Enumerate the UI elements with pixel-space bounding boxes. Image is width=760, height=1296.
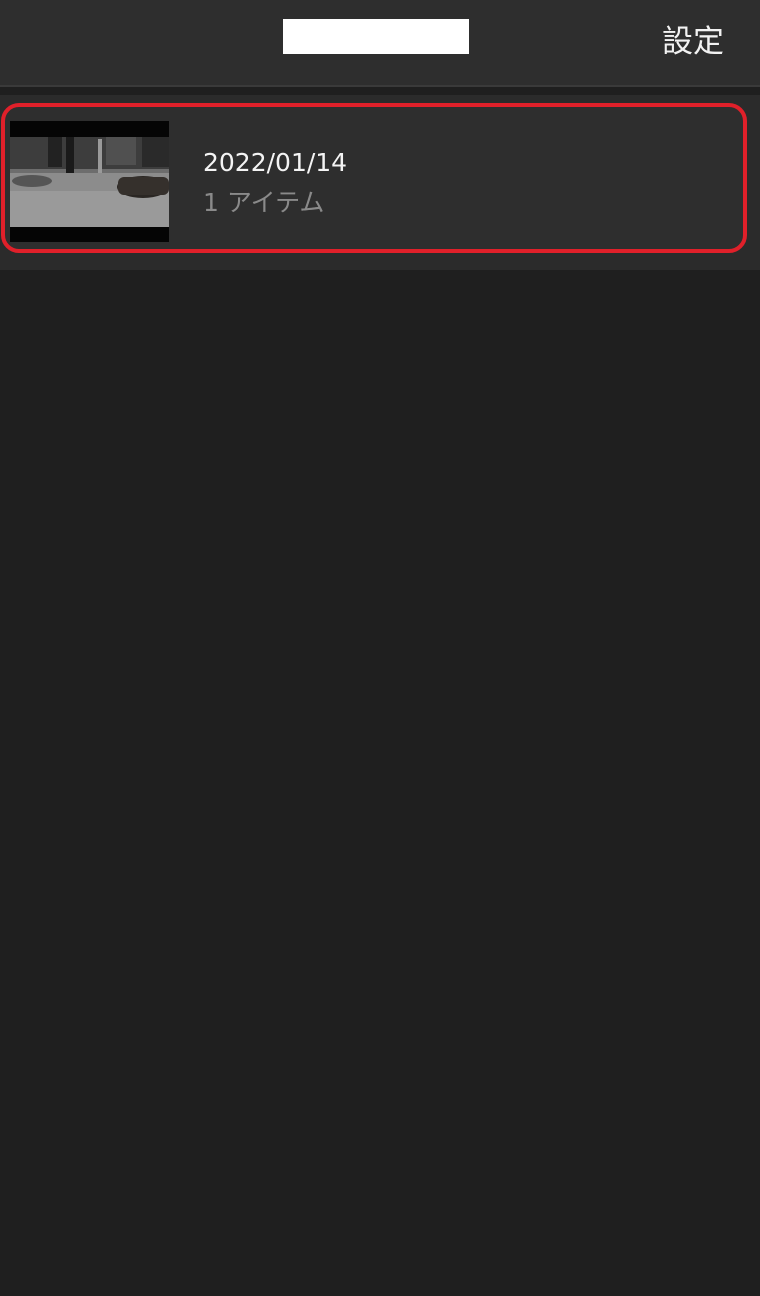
album-date: 2022/01/14 xyxy=(203,148,348,177)
redacted-title xyxy=(283,19,469,54)
album-row[interactable]: 2022/01/14 1 アイテム xyxy=(0,95,760,270)
video-thumbnail-image xyxy=(10,121,169,242)
settings-button[interactable]: 設定 xyxy=(662,22,724,62)
album-item-count: 1 アイテム xyxy=(203,188,325,217)
navigation-bar: 設定 xyxy=(0,0,760,87)
album-thumbnail xyxy=(10,121,169,242)
album-list: 2022/01/14 1 アイテム xyxy=(0,95,760,270)
